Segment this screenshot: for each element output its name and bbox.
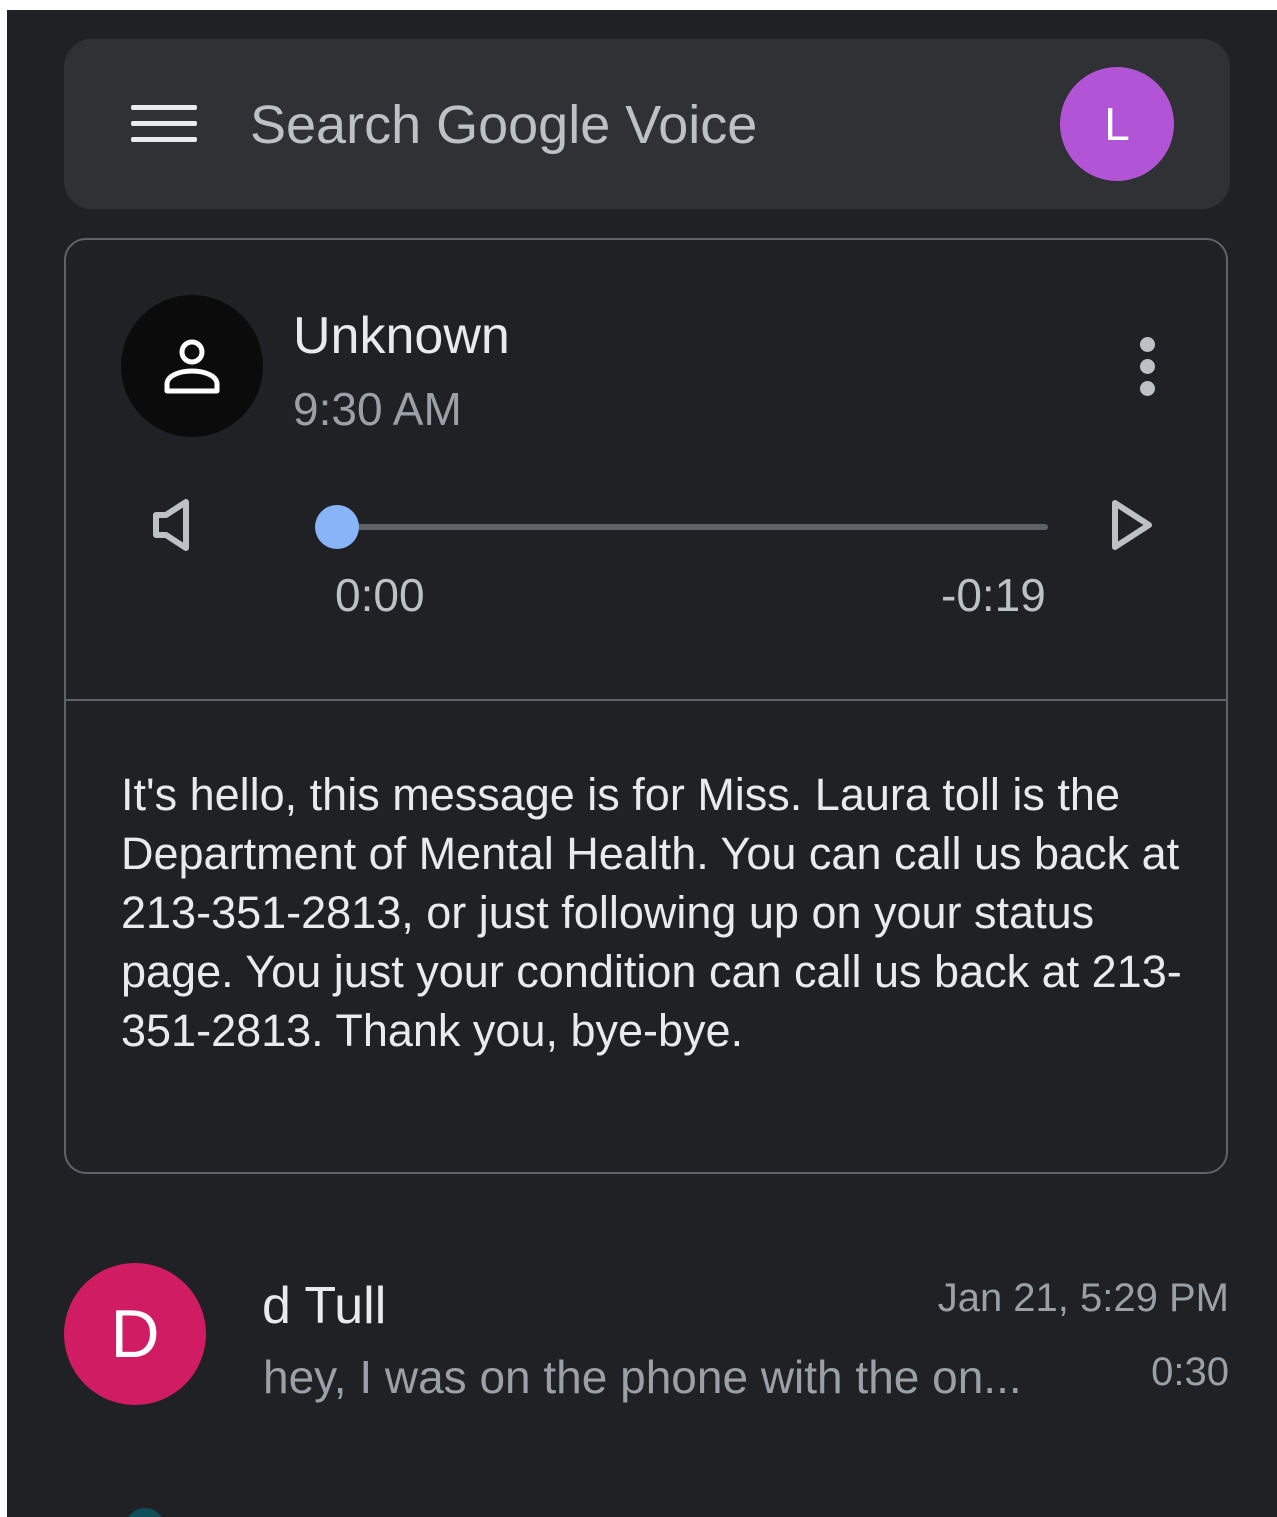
search-bar: L	[64, 39, 1230, 209]
voicemail-transcript: It's hello, this message is for Miss. La…	[121, 769, 1182, 1056]
remaining-time: -0:19	[941, 569, 1046, 621]
list-item[interactable]: D d Tull Jan 21, 5:29 PM hey, I was on t…	[7, 1240, 1277, 1440]
search-input[interactable]	[250, 89, 1030, 161]
divider	[66, 699, 1226, 701]
voicemail-time: 9:30 AM	[293, 383, 462, 435]
menu-icon[interactable]	[131, 101, 197, 149]
contact-avatar: D	[64, 1263, 206, 1405]
caller-avatar	[121, 295, 263, 437]
google-voice-app: L Unknown 9:30 AM 0:00 -0:19 It's hello,…	[7, 10, 1277, 1517]
voicemail-duration: 0:30	[1151, 1350, 1229, 1394]
more-vert-icon[interactable]	[1128, 335, 1168, 399]
elapsed-time: 0:00	[335, 569, 425, 621]
next-item-avatar	[125, 1508, 165, 1517]
account-avatar[interactable]: L	[1060, 67, 1174, 181]
playback-track[interactable]	[336, 524, 1048, 530]
message-snippet: hey, I was on the phone with the on...	[263, 1351, 1022, 1403]
play-icon[interactable]	[1110, 498, 1154, 552]
caller-name: Unknown	[293, 307, 510, 365]
playback-thumb[interactable]	[315, 505, 359, 549]
speaker-icon[interactable]	[152, 498, 192, 552]
contact-name: d Tull	[262, 1277, 387, 1335]
person-icon	[164, 339, 220, 394]
item-date: Jan 21, 5:29 PM	[937, 1276, 1229, 1320]
voicemail-card: Unknown 9:30 AM 0:00 -0:19 It's hello, t…	[64, 238, 1228, 1174]
